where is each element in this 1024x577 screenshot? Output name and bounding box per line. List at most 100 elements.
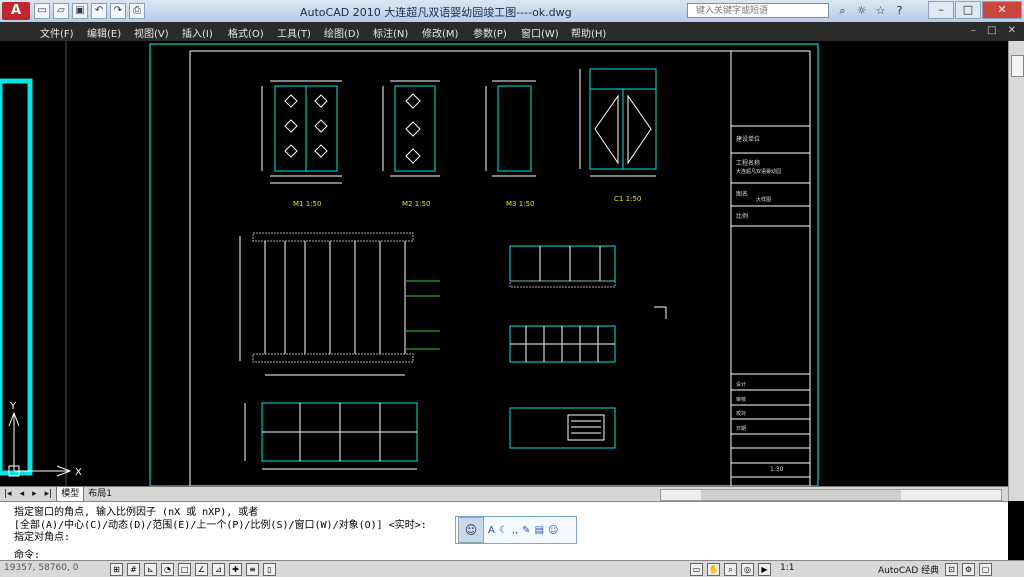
menu-parametric[interactable]: 参数(P)	[473, 25, 507, 40]
vertical-scrollbar[interactable]	[1008, 41, 1024, 501]
lock-icon[interactable]: ⊡	[945, 563, 958, 576]
tab-layout1[interactable]: 布局1	[84, 487, 116, 501]
layout-tab-bar: |◂ ◂ ▸ ▸| 模型 布局1	[0, 486, 1008, 502]
lineweight-icon[interactable]: ≡	[246, 563, 259, 576]
quick-access-toolbar: ▭ ▱ ▣ ↶ ↷ ⎙	[34, 3, 145, 19]
close-button[interactable]: ✕	[982, 1, 1022, 19]
menu-help[interactable]: 帮助(H)	[571, 25, 606, 40]
restore-button[interactable]: □	[955, 1, 981, 19]
save-icon[interactable]: ▣	[72, 3, 88, 19]
grid-mode-icon[interactable]: #	[127, 563, 140, 576]
pan-icon[interactable]: ✋	[707, 563, 720, 576]
document-window-controls[interactable]: – □ ✕	[971, 25, 1020, 36]
tab-model[interactable]: 模型	[56, 487, 85, 502]
menu-insert[interactable]: 插入(I)	[182, 25, 213, 40]
tray-settings-icon[interactable]: ⚙	[962, 563, 975, 576]
door-m2-label: M2 1:50	[402, 200, 430, 208]
tab-nav-next[interactable]: ▸	[28, 487, 41, 501]
autocad-app-icon[interactable]: A	[2, 2, 30, 20]
ime-avatar-icon[interactable]: ☺	[458, 517, 484, 543]
menu-draw[interactable]: 绘图(D)	[324, 25, 360, 40]
quick-properties-icon[interactable]: ▯	[263, 563, 276, 576]
help-search-input[interactable]: 键入关键字或短语	[687, 3, 829, 18]
tab-nav-last[interactable]: ▸|	[41, 487, 57, 501]
ime-punctuation-icon[interactable]: ,,	[512, 525, 518, 536]
ime-mode-label[interactable]: A	[488, 525, 495, 536]
help-icon[interactable]: ?	[892, 3, 907, 18]
wall-section-elevation	[239, 232, 440, 376]
title-block-drawing-value: 大样图	[756, 196, 771, 203]
command-history-line-2: [全部(A)/中心(C)/动态(D)/范围(E)/上一个(P)/比例(S)/窗口…	[14, 520, 427, 531]
steering-wheel-icon[interactable]: ◎	[741, 563, 754, 576]
showmotion-icon[interactable]: ▶	[758, 563, 771, 576]
snap-mode-icon[interactable]: ⊞	[110, 563, 123, 576]
zoom-icon[interactable]: ⌕	[724, 563, 737, 576]
floor-plan-strip	[244, 402, 418, 470]
ime-moon-icon[interactable]: ☾	[499, 525, 508, 536]
redo-icon[interactable]: ↷	[110, 3, 126, 19]
menu-view[interactable]: 视图(V)	[134, 25, 169, 40]
infocenter-tools: ⌕ ☼ ☆ ?	[835, 3, 907, 18]
detail-elevation-2	[509, 325, 616, 363]
undo-icon[interactable]: ↶	[91, 3, 107, 19]
menu-edit[interactable]: 编辑(E)	[87, 25, 121, 40]
clean-screen-icon[interactable]: ▢	[979, 563, 992, 576]
plot-icon[interactable]: ⎙	[129, 3, 145, 19]
drawing-canvas[interactable]: 建设单位 工程名称 大连超凡双语婴幼园 图名 大样图 比例 设计 审核 校对 日…	[0, 41, 1008, 486]
window-c1-label: C1 1:50	[614, 195, 641, 203]
title-block-project: 工程名称	[736, 159, 760, 167]
title-bar: A ▭ ▱ ▣ ↶ ↷ ⎙ AutoCAD 2010 大连超凡双语婴幼园竣工图-…	[0, 0, 1024, 23]
search-icon[interactable]: ⌕	[835, 3, 850, 18]
ime-tools-icon[interactable]: ✎	[522, 525, 530, 536]
command-history-line-3: 指定对角点:	[14, 532, 71, 543]
cursor-coordinates: 19357, 58760, 0	[4, 563, 79, 573]
window-c1-elevation: C1 1:50	[579, 68, 657, 203]
horizontal-scrollbar[interactable]	[660, 489, 1002, 501]
title-block-design: 设计	[736, 381, 746, 388]
menu-dimension[interactable]: 标注(N)	[373, 25, 408, 40]
ortho-mode-icon[interactable]: ⊾	[144, 563, 157, 576]
minimize-button[interactable]: –	[928, 1, 954, 19]
ime-smile-icon[interactable]: ☺	[548, 525, 558, 536]
sheet-inner-border	[189, 50, 811, 486]
annotation-scale[interactable]: 1:1	[780, 563, 794, 573]
ucs-x-label: X	[75, 467, 82, 478]
ducs-icon[interactable]: ⊿	[212, 563, 225, 576]
title-block-scale-label: 比例	[736, 212, 748, 220]
tab-nav-first[interactable]: |◂	[0, 487, 16, 501]
window-controls: – □ ✕	[928, 1, 1022, 19]
title-block-check: 校对	[736, 410, 746, 417]
vertical-scroll-thumb[interactable]	[1011, 55, 1024, 77]
dynamic-input-icon[interactable]: ✚	[229, 563, 242, 576]
menu-tools[interactable]: 工具(T)	[277, 25, 311, 40]
polar-tracking-icon[interactable]: ◔	[161, 563, 174, 576]
detail-elevation-3	[509, 407, 616, 449]
menu-modify[interactable]: 修改(M)	[422, 25, 458, 40]
title-block-date: 日期	[736, 426, 746, 432]
model-space-icon[interactable]: ▭	[690, 563, 703, 576]
tab-nav-prev[interactable]: ◂	[16, 487, 29, 501]
sheet-border	[149, 43, 819, 486]
ime-toolbar[interactable]: ☺ A ☾ ,, ✎ ▤ ☺	[455, 516, 577, 544]
command-prompt[interactable]: 命令:	[14, 546, 40, 561]
workspace-switcher[interactable]: AutoCAD 经典	[878, 563, 939, 576]
open-file-icon[interactable]: ▱	[53, 3, 69, 19]
ime-clipboard-icon[interactable]: ▤	[535, 525, 544, 536]
door-m3-elevation: M3 1:50	[485, 80, 536, 208]
new-file-icon[interactable]: ▭	[34, 3, 50, 19]
title-block-owner: 建设单位	[736, 135, 760, 143]
menu-file[interactable]: 文件(F)	[40, 25, 74, 40]
horizontal-scroll-thumb[interactable]	[701, 490, 901, 500]
door-m2-elevation: M2 1:50	[382, 80, 440, 208]
menu-format[interactable]: 格式(O)	[228, 25, 264, 40]
communication-center-icon[interactable]: ☼	[854, 3, 869, 18]
menu-window[interactable]: 窗口(W)	[521, 25, 559, 40]
favorites-star-icon[interactable]: ☆	[873, 3, 888, 18]
ucs-icon: Y X	[8, 401, 82, 478]
title-block: 建设单位 工程名称 大连超凡双语婴幼园 图名 大样图 比例 设计 审核 校对 日…	[730, 51, 810, 486]
object-snap-tracking-icon[interactable]: ∠	[195, 563, 208, 576]
object-snap-icon[interactable]: □	[178, 563, 191, 576]
ucs-y-label: Y	[9, 401, 17, 412]
door-m1-elevation: M1 1:50	[261, 80, 342, 208]
title-block-project-name: 大连超凡双语婴幼园	[736, 168, 781, 175]
